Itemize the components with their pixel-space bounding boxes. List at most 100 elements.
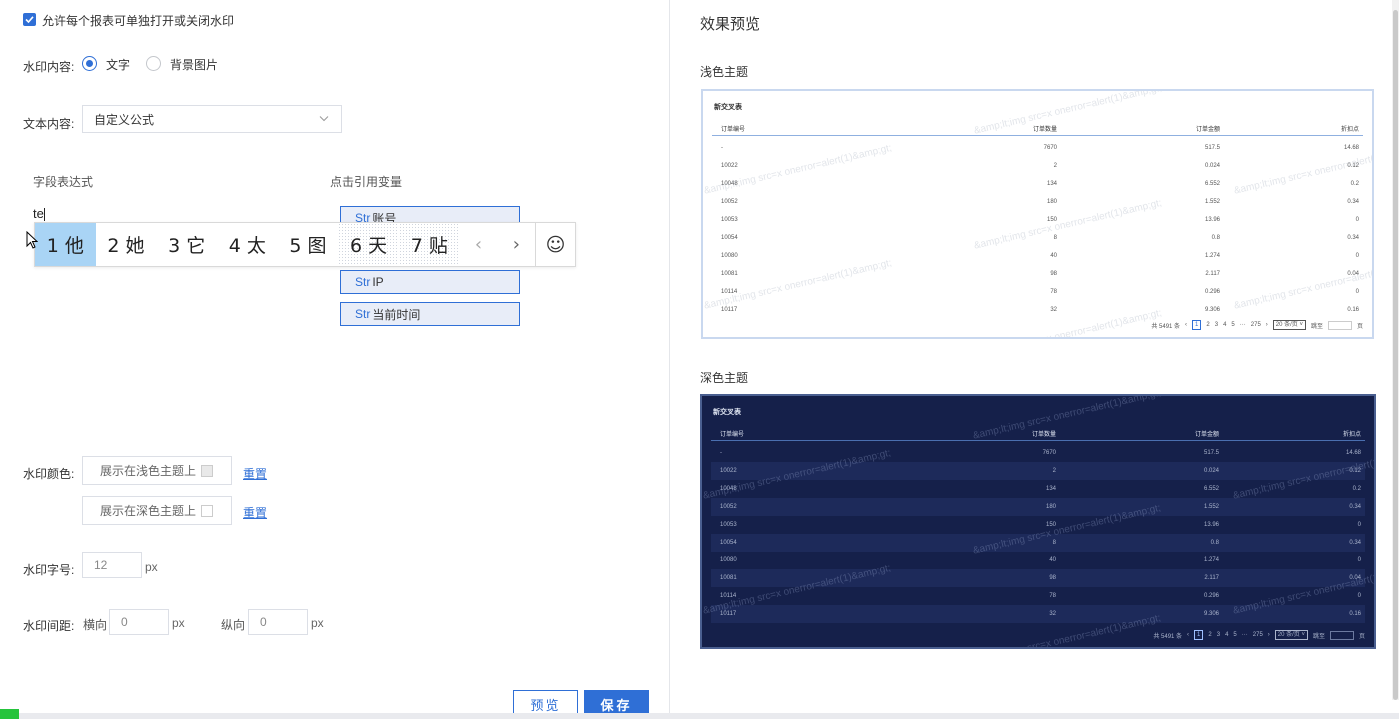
preview-table-row: 10080 40 1.274 0 bbox=[712, 247, 1363, 265]
variable-type: Str bbox=[355, 307, 371, 321]
ime-candidate[interactable]: 6 天 bbox=[338, 223, 399, 266]
ime-candidate[interactable]: 5 图 bbox=[278, 223, 339, 266]
scrollbar-thumb[interactable] bbox=[1393, 10, 1398, 700]
preview-table-row: 10114 78 0.296 0 bbox=[712, 283, 1363, 301]
pagination-page: 4 bbox=[1225, 632, 1229, 638]
preview-cell: 10054 bbox=[720, 539, 737, 546]
spacing-v-value: 0 bbox=[260, 615, 267, 629]
pagination-page: ··· bbox=[1239, 322, 1246, 328]
preview-cell: 40 bbox=[1049, 557, 1056, 564]
pagination-page: 5 bbox=[1231, 322, 1235, 328]
text-content-select[interactable]: 自定义公式 bbox=[82, 105, 342, 133]
color-swatch-light[interactable] bbox=[201, 464, 214, 477]
preview-table-row: 10022 2 0.024 0.12 bbox=[711, 461, 1365, 480]
dark-preview-table: 新交叉表 订单编号 订单数量 订单金额 折扣点 -7670 517.5 14.68 10022 2… bbox=[700, 394, 1376, 649]
color-dark-label: 展示在深色主题上 bbox=[100, 504, 197, 518]
ime-candidate[interactable]: 1 他 bbox=[35, 223, 96, 266]
preview-cell: 40 bbox=[1050, 253, 1057, 259]
ime-next-icon[interactable]: › bbox=[497, 223, 535, 266]
color-light-label: 展示在浅色主题上 bbox=[100, 464, 197, 478]
preview-cell: 0.04 bbox=[1349, 575, 1361, 582]
preview-table-row: 10052 180 1.552 0.34 bbox=[711, 497, 1365, 516]
preview-cell: 134 bbox=[1046, 181, 1057, 187]
pagination-jump-label: 跳至 bbox=[1310, 323, 1323, 330]
preview-cell: 10052 bbox=[720, 503, 737, 510]
preview-cell: 517.5 bbox=[1204, 145, 1220, 151]
ime-candidate[interactable]: 3 它 bbox=[156, 223, 217, 266]
preview-cell: 9.306 bbox=[1204, 307, 1220, 313]
click-var-label: 点击引用变量 bbox=[330, 175, 403, 189]
preview-cell: 10117 bbox=[721, 307, 738, 313]
preview-cell: 10114 bbox=[720, 593, 737, 600]
spacing-h-unit: px bbox=[172, 616, 185, 630]
preview-table-header: 订单编号 订单数量 订单金额 折扣点 bbox=[712, 122, 1363, 136]
variable-current-time[interactable]: Str 当前时间 bbox=[340, 302, 520, 326]
settings-panel: 允许每个报表可单独打开或关闭水印 水印内容: 文字 背景图片 文本内容: 自定义… bbox=[0, 0, 669, 719]
radio-background-image[interactable] bbox=[146, 56, 161, 71]
preview-cell: 0.04 bbox=[1347, 271, 1359, 277]
preview-table-row: 10048 134 6.552 0.2 bbox=[712, 175, 1363, 193]
size-value: 12 bbox=[94, 558, 108, 572]
spacing-v-label: 纵向 bbox=[221, 618, 246, 632]
ime-candidate[interactable]: 7 贴 bbox=[398, 223, 460, 266]
pagination-page: ··· bbox=[1241, 632, 1248, 638]
color-dark-field[interactable]: 展示在深色主题上 bbox=[82, 496, 232, 525]
radio-text[interactable] bbox=[82, 56, 97, 71]
spacing-h-input[interactable]: 0 bbox=[109, 609, 169, 635]
ime-candidate[interactable]: 4 太 bbox=[217, 223, 278, 266]
pagination-page: 275 bbox=[1250, 322, 1261, 328]
spacing-v-unit: px bbox=[311, 616, 324, 630]
variable-ip[interactable]: Str IP bbox=[340, 270, 520, 294]
pagination-jump-input bbox=[1327, 320, 1352, 330]
preview-table-row: 10048 134 6.552 0.2 bbox=[711, 480, 1365, 498]
ime-candidate[interactable]: 2 她 bbox=[96, 223, 157, 266]
preview-cell: 2.117 bbox=[1204, 575, 1219, 582]
preview-cell: 0.12 bbox=[1347, 163, 1359, 169]
preview-table-row: 10081 98 2.117 0.04 bbox=[711, 569, 1365, 588]
size-label: 水印字号: bbox=[23, 563, 75, 577]
preview-table-row: 10081 98 2.117 0.04 bbox=[712, 265, 1363, 283]
preview-cell: 32 bbox=[1049, 611, 1056, 618]
pagination-total: 共 5491 条 bbox=[1151, 323, 1181, 330]
variable-type: Str bbox=[355, 275, 371, 289]
reset-dark-link[interactable]: 重置 bbox=[243, 504, 267, 521]
pagination-page: 1 bbox=[1194, 630, 1204, 640]
preview-cell: 10117 bbox=[720, 611, 737, 618]
radio-text-label: 文字 bbox=[106, 58, 131, 72]
preview-cell: 134 bbox=[1045, 485, 1056, 492]
preview-cell: 0.34 bbox=[1349, 503, 1361, 510]
color-light-field[interactable]: 展示在浅色主题上 bbox=[82, 456, 232, 485]
size-input[interactable]: 12 bbox=[82, 552, 142, 578]
spacing-v-input[interactable]: 0 bbox=[248, 609, 308, 635]
pagination-page-size: 20 条/页 ˅ bbox=[1272, 320, 1306, 330]
horizontal-scrollbar[interactable] bbox=[0, 713, 1399, 719]
preview-cell: 10022 bbox=[721, 163, 738, 169]
preview-column-header: 订单编号 bbox=[721, 127, 746, 133]
color-swatch-dark[interactable] bbox=[201, 504, 214, 517]
preview-table-row: 10114 78 0.296 0 bbox=[711, 587, 1365, 605]
pagination-page: 2 bbox=[1206, 322, 1210, 328]
allow-toggle-checkbox[interactable] bbox=[23, 13, 36, 26]
preview-pagination: 共 5491 条 ‹ 1 2 3 4 5 ··· 275 › 20 条/页 ˅ 跳至 页 bbox=[1153, 630, 1365, 640]
preview-cell: 13.96 bbox=[1203, 521, 1219, 528]
preview-cell: 8 bbox=[1052, 539, 1056, 546]
variable-name: IP bbox=[372, 275, 384, 289]
preview-cell: 7670 bbox=[1043, 145, 1057, 151]
pagination-jump-input bbox=[1329, 630, 1354, 640]
preview-table-row: 10054 8 0.8 0.34 bbox=[711, 533, 1365, 552]
preview-cell: - bbox=[721, 145, 723, 151]
preview-cell: 0.16 bbox=[1349, 611, 1361, 618]
preview-column-header: 订单金额 bbox=[1195, 127, 1220, 133]
preview-cell: 9.306 bbox=[1203, 611, 1219, 618]
ime-prev-icon[interactable]: ‹ bbox=[460, 223, 498, 266]
ime-candidate-bar[interactable]: 1 他 2 她 3 它 4 太 5 图 6 天 7 贴 ‹ › ☺ bbox=[34, 222, 576, 267]
preview-cell: 1.274 bbox=[1204, 253, 1220, 259]
preview-cell: 13.96 bbox=[1204, 217, 1220, 223]
emoji-icon[interactable]: ☺ bbox=[535, 223, 575, 266]
reset-light-link[interactable]: 重置 bbox=[243, 465, 267, 482]
preview-table-row: 10022 2 0.024 0.12 bbox=[712, 157, 1363, 175]
scrollbar[interactable] bbox=[1392, 0, 1399, 700]
preview-cell: 0.2 bbox=[1352, 485, 1361, 492]
preview-table-row: - 7670 517.5 14.68 bbox=[712, 139, 1363, 157]
size-unit: px bbox=[145, 560, 158, 574]
